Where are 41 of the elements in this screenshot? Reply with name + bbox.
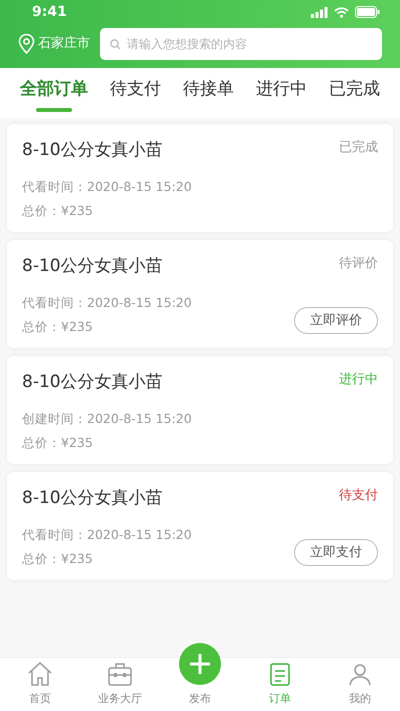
order-status: 待评价 — [339, 255, 378, 273]
action-button[interactable]: 立即支付 — [294, 539, 378, 566]
order-status: 进行中 — [339, 371, 378, 389]
order-tab[interactable]: 待接单 — [183, 76, 234, 102]
nav-tab[interactable]: 发布 — [168, 642, 232, 707]
home-icon — [27, 660, 53, 686]
nav-tab[interactable]: 首页 — [8, 660, 72, 707]
order-title: 8-10公分女真小苗 — [22, 255, 163, 278]
order-card[interactable]: 8-10公分女真小苗 待支付 代看时间：2020-8-15 15:20 总价：¥235 立即支付 — [7, 472, 393, 580]
order-title: 8-10公分女真小苗 — [22, 139, 163, 162]
order-status: 已完成 — [339, 139, 378, 157]
order-time: 创建时间：2020-8-15 15:20 — [22, 410, 192, 428]
tab-underline — [36, 108, 72, 112]
signal-icon — [311, 6, 328, 18]
status-time: 9:41 — [32, 2, 67, 22]
action-button[interactable]: 立即评价 — [294, 307, 378, 334]
order-title: 8-10公分女真小苗 — [22, 487, 163, 510]
search-icon — [110, 39, 121, 50]
location-pin-icon — [18, 34, 35, 54]
order-time: 代看时间：2020-8-15 15:20 — [22, 526, 192, 544]
nav-tab[interactable]: 我的 — [328, 660, 392, 707]
briefcase-icon — [107, 660, 133, 686]
order-price: 总价：¥235 — [22, 318, 93, 336]
nav-tab[interactable]: 业务大厅 — [88, 660, 152, 707]
order-tab[interactable]: 待支付 — [110, 76, 161, 102]
order-time: 代看时间：2020-8-15 15:20 — [22, 294, 192, 312]
order-tab[interactable]: 进行中 — [256, 76, 307, 102]
order-title: 8-10公分女真小苗 — [22, 371, 163, 394]
order-card[interactable]: 8-10公分女真小苗 进行中 创建时间：2020-8-15 15:20 总价：¥235 — [7, 356, 393, 464]
search-field[interactable]: 请输入您想搜索的内容 — [100, 28, 382, 60]
order-tab[interactable]: 已完成 — [329, 76, 380, 102]
order-price: 总价：¥235 — [22, 434, 93, 452]
order-price: 总价：¥235 — [22, 550, 93, 568]
order-tab[interactable]: 全部订单 — [20, 76, 88, 102]
order-card[interactable]: 8-10公分女真小苗 待评价 代看时间：2020-8-15 15:20 总价：¥235 立即评价 — [7, 240, 393, 348]
order-card[interactable]: 8-10公分女真小苗 已完成 代看时间：2020-8-15 15:20 总价：¥235 — [7, 124, 393, 232]
wifi-icon — [334, 6, 349, 18]
order-status: 待支付 — [339, 487, 378, 505]
order-price: 总价：¥235 — [22, 202, 93, 220]
battery-icon — [355, 6, 380, 18]
order-time: 代看时间：2020-8-15 15:20 — [22, 178, 192, 196]
